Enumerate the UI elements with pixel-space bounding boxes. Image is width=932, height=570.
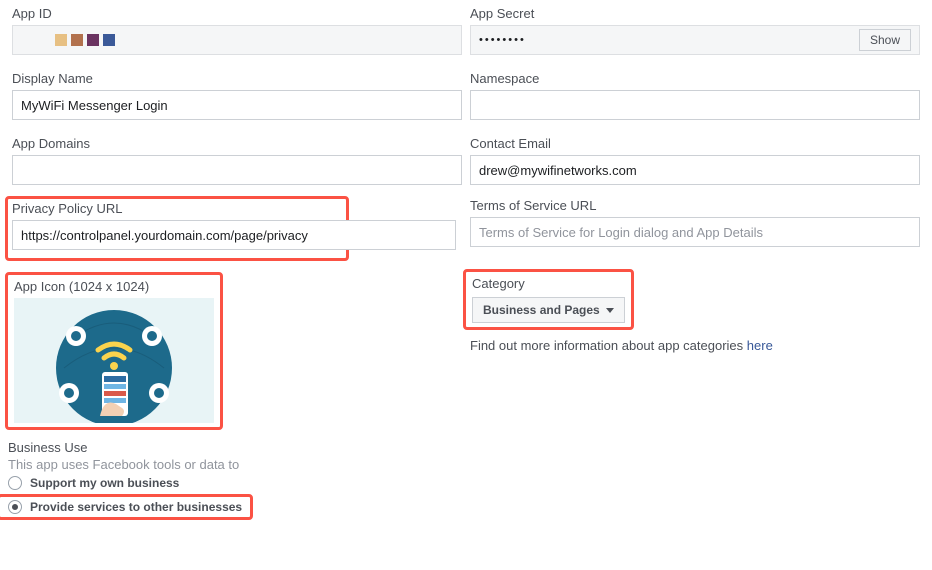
block-1 (55, 34, 67, 46)
app-secret-box: •••••••• Show (470, 25, 920, 55)
business-use-sub: This app uses Facebook tools or data to (8, 457, 924, 472)
radio-own-business[interactable]: Support my own business (8, 476, 924, 490)
category-selected: Business and Pages (483, 303, 600, 317)
display-name-label: Display Name (12, 71, 462, 86)
block-4 (103, 34, 115, 46)
category-field: Category Business and Pages Find out mor… (470, 269, 920, 353)
app-id-field: App ID (12, 6, 462, 55)
radio-icon (8, 500, 22, 514)
category-help-link[interactable]: here (747, 338, 773, 353)
category-label: Category (472, 276, 625, 291)
block-3 (87, 34, 99, 46)
block-2 (71, 34, 83, 46)
show-secret-button[interactable]: Show (859, 29, 911, 51)
privacy-url-field: Privacy Policy URL (12, 201, 342, 250)
category-highlight: Category Business and Pages (463, 269, 634, 330)
privacy-url-highlight: Privacy Policy URL (5, 196, 349, 261)
contact-email-input[interactable] (470, 155, 920, 185)
app-secret-masked: •••••••• (479, 34, 526, 46)
radio-other-businesses[interactable]: Provide services to other businesses (8, 500, 242, 514)
app-icon-field: App Icon (1024 x 1024) (14, 279, 214, 423)
tos-url-label: Terms of Service URL (470, 198, 920, 213)
app-icon-highlight: App Icon (1024 x 1024) (5, 272, 223, 430)
radio-other-businesses-highlight: Provide services to other businesses (0, 494, 253, 520)
contact-email-label: Contact Email (470, 136, 920, 151)
business-use-label: Business Use (8, 440, 924, 455)
business-use-section: Business Use This app uses Facebook tool… (8, 440, 924, 520)
display-name-input[interactable] (12, 90, 462, 120)
category-dropdown[interactable]: Business and Pages (472, 297, 625, 323)
tos-url-input[interactable] (470, 217, 920, 247)
app-domains-label: App Domains (12, 136, 462, 151)
app-icon-preview[interactable] (14, 298, 214, 423)
app-domains-input[interactable] (12, 155, 462, 185)
display-name-field: Display Name (12, 71, 462, 120)
app-domains-field: App Domains (12, 136, 462, 185)
privacy-url-input[interactable] (12, 220, 456, 250)
app-id-label: App ID (12, 6, 462, 21)
app-secret-label: App Secret (470, 6, 920, 21)
app-secret-field: App Secret •••••••• Show (470, 6, 920, 55)
chevron-down-icon (606, 308, 614, 313)
namespace-input[interactable] (470, 90, 920, 120)
radio-label: Provide services to other businesses (30, 500, 242, 514)
app-icon-image (14, 298, 214, 423)
contact-email-field: Contact Email (470, 136, 920, 185)
namespace-field: Namespace (470, 71, 920, 120)
app-id-color-blocks (21, 34, 115, 46)
category-help-text: Find out more information about app cate… (470, 338, 920, 353)
app-id-value (12, 25, 462, 55)
radio-icon (8, 476, 22, 490)
app-icon-label: App Icon (1024 x 1024) (14, 279, 214, 294)
namespace-label: Namespace (470, 71, 920, 86)
tos-url-field: Terms of Service URL (470, 198, 920, 247)
radio-label: Support my own business (30, 476, 179, 490)
privacy-url-label: Privacy Policy URL (12, 201, 342, 216)
